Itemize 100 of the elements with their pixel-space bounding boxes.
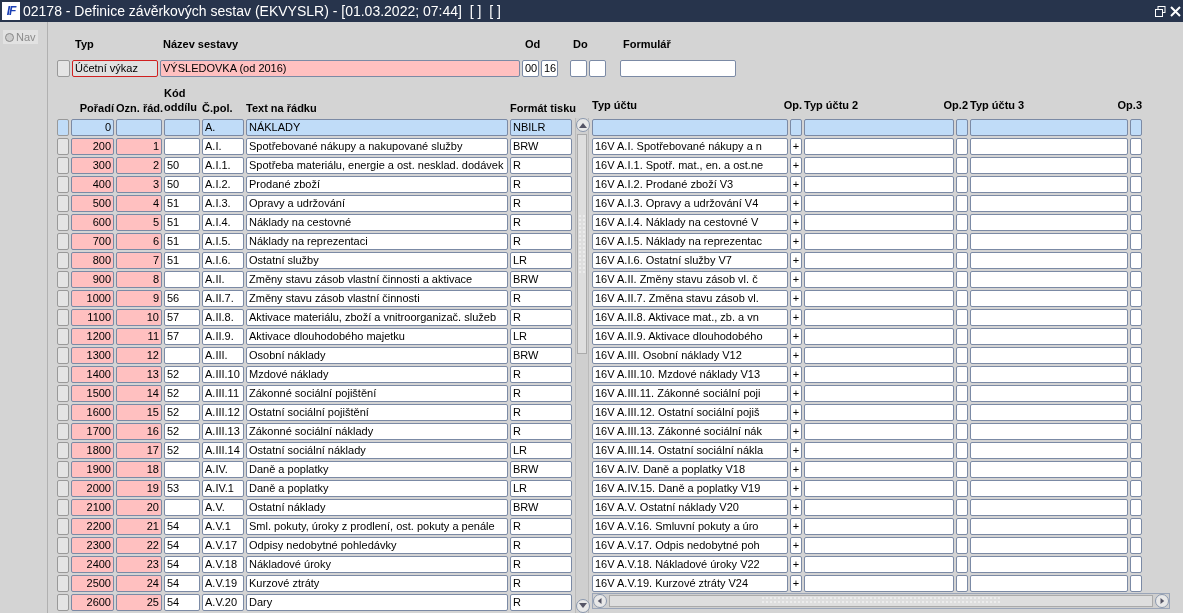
row-selector[interactable]: [57, 366, 69, 383]
row-selector[interactable]: [57, 195, 69, 212]
table-cell: 13: [116, 366, 162, 383]
table-cell: Zákonné sociální náklady: [246, 423, 508, 440]
table-cell: +: [790, 328, 802, 345]
row-selector[interactable]: [57, 537, 69, 554]
table-cell: A.III.12: [202, 404, 244, 421]
column-header: Op.2: [943, 99, 968, 113]
table-cell: [1130, 195, 1142, 212]
row-selector[interactable]: [57, 556, 69, 573]
to-field[interactable]: [570, 60, 587, 77]
row-selector[interactable]: [57, 404, 69, 421]
table-cell: [956, 480, 968, 497]
table-cell: LR: [510, 328, 572, 345]
scroll-right-button[interactable]: [1155, 594, 1169, 608]
table-cell: 8: [116, 271, 162, 288]
table-cell: 16V A.I.6. Ostatní služby V7: [592, 252, 788, 269]
table-cell: +: [790, 252, 802, 269]
table-cell: 25: [116, 594, 162, 611]
row-selector[interactable]: [57, 233, 69, 250]
table-cell: 51: [164, 252, 200, 269]
table-cell: Změny stavu zásob vlastní činnosti a aktivace: [246, 271, 508, 288]
table-cell: 16V A.V.17. Odpis nedobytné poh: [592, 537, 788, 554]
table-cell: A.V.18: [202, 556, 244, 573]
table-cell: 16V A.II.7. Změna stavu zásob vl.: [592, 290, 788, 307]
table-cell: [956, 328, 968, 345]
table-cell: Mzdové náklady: [246, 366, 508, 383]
table-cell: 1500: [71, 385, 114, 402]
table-cell: 400: [71, 176, 114, 193]
scroll-up-button[interactable]: [576, 118, 590, 132]
row-selector[interactable]: [57, 271, 69, 288]
row-selector[interactable]: [57, 575, 69, 592]
row-selector[interactable]: [57, 252, 69, 269]
row-selector[interactable]: [57, 328, 69, 345]
table-cell: [956, 309, 968, 326]
table-cell: LR: [510, 480, 572, 497]
table-cell: 56: [164, 290, 200, 307]
table-cell: 16V A.I.4. Náklady na cestovné V: [592, 214, 788, 231]
table-cell: R: [510, 366, 572, 383]
table-cell: [956, 461, 968, 478]
table-cell: A.II.: [202, 271, 244, 288]
table-cell: A.I.5.: [202, 233, 244, 250]
type-field[interactable]: Účetní výkaz: [72, 60, 158, 77]
table-cell: 16V A.I.3. Opravy a udržování V4: [592, 195, 788, 212]
table-cell: +: [790, 556, 802, 573]
row-selector[interactable]: [57, 518, 69, 535]
row-selector[interactable]: [57, 385, 69, 402]
table-cell: [956, 518, 968, 535]
row-selector[interactable]: [57, 499, 69, 516]
table-cell: 1100: [71, 309, 114, 326]
row-selector[interactable]: [57, 423, 69, 440]
to-field[interactable]: [589, 60, 606, 77]
table-cell: [956, 157, 968, 174]
right-arrow-icon: [1158, 598, 1166, 604]
row-selector[interactable]: [57, 347, 69, 364]
table-cell: 52: [164, 385, 200, 402]
row-selector[interactable]: [57, 594, 69, 611]
row-selector[interactable]: [57, 309, 69, 326]
row-selector[interactable]: [57, 461, 69, 478]
record-marker[interactable]: [57, 60, 70, 77]
table-cell: R: [510, 537, 572, 554]
table-cell: 22: [116, 537, 162, 554]
table-cell: 1200: [71, 328, 114, 345]
table-cell: +: [790, 233, 802, 250]
report-name-field[interactable]: VÝSLEDOVKA (od 2016): [160, 60, 520, 77]
row-selector[interactable]: [57, 138, 69, 155]
table-cell: 12: [116, 347, 162, 364]
from-field[interactable]: 16: [541, 60, 558, 77]
row-selector[interactable]: [57, 290, 69, 307]
table-cell: 2500: [71, 575, 114, 592]
horizontal-scrollbar[interactable]: [592, 593, 1170, 609]
scroll-left-button[interactable]: [593, 594, 607, 608]
table-cell: [1130, 309, 1142, 326]
table-cell: 16V A.II.8. Aktivace mat., zb. a vn: [592, 309, 788, 326]
column-header: Č.pol.: [202, 102, 234, 116]
row-selector[interactable]: [57, 480, 69, 497]
table-cell: 1400: [71, 366, 114, 383]
vertical-scrollbar[interactable]: [575, 118, 589, 613]
row-selector[interactable]: [57, 214, 69, 231]
table-cell: 16V A.V.16. Smluvní pokuty a úro: [592, 518, 788, 535]
row-selector[interactable]: [57, 157, 69, 174]
table-cell: [956, 119, 968, 136]
table-cell: Zákonné sociální pojištění: [246, 385, 508, 402]
table-cell: 53: [164, 480, 200, 497]
restore-icon[interactable]: [1155, 5, 1166, 17]
row-selector[interactable]: [57, 442, 69, 459]
table-cell: A.I.: [202, 138, 244, 155]
table-cell: BRW: [510, 138, 572, 155]
up-arrow-icon: [579, 122, 587, 128]
table-cell: [1130, 176, 1142, 193]
close-icon[interactable]: [1170, 5, 1181, 17]
form-field[interactable]: [620, 60, 736, 77]
scroll-down-button[interactable]: [576, 599, 590, 613]
table-cell: Ostatní služby: [246, 252, 508, 269]
row-selector[interactable]: [57, 176, 69, 193]
table-cell: LR: [510, 442, 572, 459]
row-selector[interactable]: [57, 119, 69, 136]
table-cell: [1130, 404, 1142, 421]
table-cell: 600: [71, 214, 114, 231]
from-field[interactable]: 00: [522, 60, 539, 77]
